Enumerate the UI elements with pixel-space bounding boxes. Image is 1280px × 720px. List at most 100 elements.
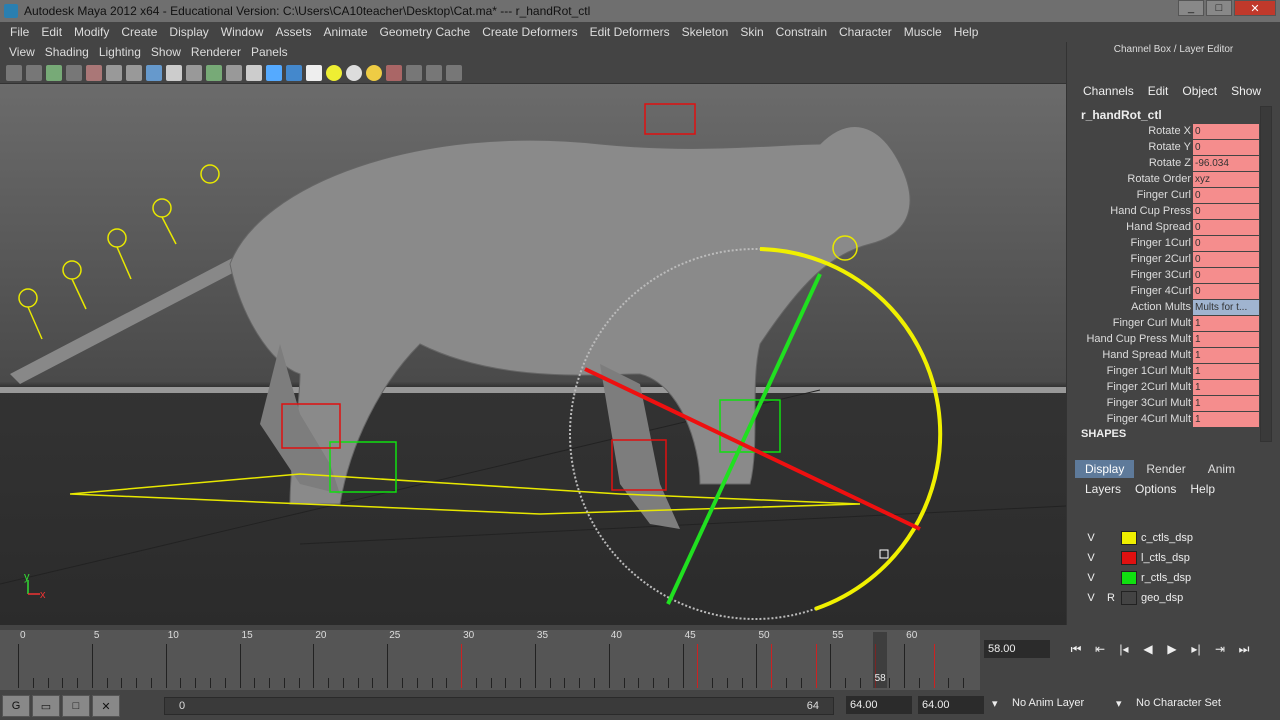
attribute-row[interactable]: Hand Cup Press 0 — [1077, 203, 1261, 219]
current-frame-field[interactable]: 58.00 — [984, 640, 1050, 658]
taskbar-restore-button[interactable]: ▭ — [32, 695, 60, 717]
go-to-end-icon[interactable]: ⏭ — [1232, 640, 1256, 658]
attribute-label[interactable]: Finger 1Curl Mult — [1077, 365, 1193, 377]
character-set-dropdown-icon[interactable]: ▾ — [1116, 697, 1122, 710]
layer-color-swatch[interactable] — [1121, 531, 1137, 545]
attribute-value-field[interactable]: -96.034 — [1193, 155, 1259, 171]
wireframe-icon[interactable] — [106, 64, 122, 81]
attribute-value-field[interactable]: 1 — [1193, 395, 1259, 411]
panel-menu-renderer[interactable]: Renderer — [186, 45, 246, 59]
keyframe-marker[interactable] — [697, 644, 699, 688]
play-backwards-icon[interactable]: ◀ — [1136, 640, 1160, 658]
attribute-value-field[interactable]: 1 — [1193, 363, 1259, 379]
attribute-row[interactable]: Finger 4Curl 0 — [1077, 283, 1261, 299]
tab-render[interactable]: Render — [1136, 460, 1195, 478]
attribute-value-field[interactable]: 0 — [1193, 123, 1259, 139]
xray-icon[interactable] — [206, 64, 222, 81]
menu-constrain[interactable]: Constrain — [770, 25, 833, 39]
attribute-row[interactable]: Hand Spread Mult 1 — [1077, 347, 1261, 363]
default-light-icon[interactable] — [326, 64, 342, 81]
menu-assets[interactable]: Assets — [269, 25, 317, 39]
bookmarks-icon[interactable] — [46, 64, 62, 81]
shapes-header[interactable]: SHAPES — [1081, 428, 1126, 440]
attribute-label[interactable]: Action Mults — [1077, 301, 1193, 313]
layer-color-swatch[interactable] — [1121, 591, 1137, 605]
attribute-label[interactable]: Finger 4Curl — [1077, 285, 1193, 297]
menu-create[interactable]: Create — [115, 25, 163, 39]
menu-edit[interactable]: Edit — [35, 25, 68, 39]
keyframe-marker[interactable] — [933, 644, 935, 688]
selected-node-name[interactable]: r_handRot_ctl — [1081, 108, 1162, 122]
attribute-label[interactable]: Finger 2Curl — [1077, 253, 1193, 265]
layer-menu-help[interactable]: Help — [1190, 482, 1215, 496]
playback-end-field[interactable]: 64.00 — [918, 696, 984, 714]
attribute-row[interactable]: Finger 2Curl Mult 1 — [1077, 379, 1261, 395]
menu-skeleton[interactable]: Skeleton — [676, 25, 735, 39]
attribute-row[interactable]: Rotate Y0 — [1077, 139, 1261, 155]
camera-attributes-icon[interactable] — [26, 64, 42, 81]
layer-visibility-toggle[interactable]: V — [1081, 592, 1101, 604]
panel-menu-panels[interactable]: Panels — [246, 45, 293, 59]
panel-menu-shading[interactable]: Shading — [40, 45, 94, 59]
transform-icon[interactable] — [446, 64, 462, 81]
attribute-value-field[interactable]: 0 — [1193, 203, 1259, 219]
step-back-frame-icon[interactable]: ⇤ — [1088, 640, 1112, 658]
close-window-button[interactable]: ✕ — [1234, 0, 1276, 16]
anim-layer-label[interactable]: No Anim Layer — [1012, 697, 1084, 709]
keyframe-marker[interactable] — [815, 644, 817, 688]
attribute-label[interactable]: Finger Curl Mult — [1077, 317, 1193, 329]
hud-icon[interactable] — [426, 64, 442, 81]
character-set-label[interactable]: No Character Set — [1136, 697, 1221, 709]
flat-light-icon[interactable] — [366, 64, 382, 81]
layer-color-swatch[interactable] — [1121, 571, 1137, 585]
shadows-icon[interactable] — [186, 64, 202, 81]
panel-menu-lighting[interactable]: Lighting — [94, 45, 146, 59]
attribute-row[interactable]: Finger Curl Mult 1 — [1077, 315, 1261, 331]
menu-skin[interactable]: Skin — [734, 25, 769, 39]
layer-menu-options[interactable]: Options — [1135, 482, 1176, 496]
isolate-select-icon[interactable] — [246, 64, 262, 81]
xray-joints-icon[interactable] — [266, 64, 282, 81]
attribute-label[interactable]: Finger 2Curl Mult — [1077, 381, 1193, 393]
layer-row[interactable]: V Rgeo_dsp — [1081, 588, 1261, 608]
attribute-label[interactable]: Finger 3Curl Mult — [1077, 397, 1193, 409]
layer-visibility-toggle[interactable]: V — [1081, 532, 1101, 544]
menu-modify[interactable]: Modify — [68, 25, 115, 39]
attribute-row[interactable]: Action Mults Mults for t... — [1077, 299, 1261, 315]
attribute-value-field[interactable]: xyz — [1193, 171, 1259, 187]
attribute-label[interactable]: Rotate Z — [1077, 157, 1193, 169]
channel-menu-channels[interactable]: Channels — [1083, 84, 1134, 102]
layer-name[interactable]: c_ctls_dsp — [1141, 532, 1193, 544]
layer-display-type-toggle[interactable]: R — [1101, 592, 1121, 604]
attribute-label[interactable]: Finger 3Curl — [1077, 269, 1193, 281]
layer-visibility-toggle[interactable]: V — [1081, 552, 1101, 564]
checker-icon[interactable] — [306, 64, 322, 81]
layer-row[interactable]: Vc_ctls_dsp — [1081, 528, 1261, 548]
minimize-button[interactable]: _ — [1178, 0, 1204, 16]
channel-menu-object[interactable]: Object — [1182, 84, 1217, 102]
attribute-label[interactable]: Rotate Y — [1077, 141, 1193, 153]
layer-menu-layers[interactable]: Layers — [1085, 482, 1121, 496]
layer-color-swatch[interactable] — [1121, 551, 1137, 565]
step-forward-frame-icon[interactable]: ⇥ — [1208, 640, 1232, 658]
layer-visibility-toggle[interactable]: V — [1081, 572, 1101, 584]
attribute-row[interactable]: Finger 1Curl 0 — [1077, 235, 1261, 251]
attribute-label[interactable]: Finger Curl — [1077, 189, 1193, 201]
attribute-label[interactable]: Hand Spread — [1077, 221, 1193, 233]
attribute-row[interactable]: Finger 3Curl 0 — [1077, 267, 1261, 283]
taskbar-close-button[interactable]: ✕ — [92, 695, 120, 717]
attribute-row[interactable]: Finger Curl 0 — [1077, 187, 1261, 203]
menu-display[interactable]: Display — [163, 25, 214, 39]
time-slider[interactable]: 0 5 10 15 20 25 30 35 40 45 50 55 60 58 — [0, 630, 980, 690]
select-camera-icon[interactable] — [6, 64, 22, 81]
attribute-value-field[interactable]: 0 — [1193, 251, 1259, 267]
tab-display[interactable]: Display — [1075, 460, 1135, 478]
layer-row[interactable]: Vl_ctls_dsp — [1081, 548, 1261, 568]
attribute-label[interactable]: Hand Cup Press — [1077, 205, 1193, 217]
3d-scene[interactable]: y x — [0, 84, 1066, 625]
layer-name[interactable]: r_ctls_dsp — [1141, 572, 1191, 584]
image-plane-icon[interactable] — [66, 64, 82, 81]
attribute-value-field[interactable]: 0 — [1193, 267, 1259, 283]
smooth-shade-icon[interactable] — [126, 64, 142, 81]
time-ruler[interactable]: 0 5 10 15 20 25 30 35 40 45 50 55 60 58 — [18, 630, 978, 690]
